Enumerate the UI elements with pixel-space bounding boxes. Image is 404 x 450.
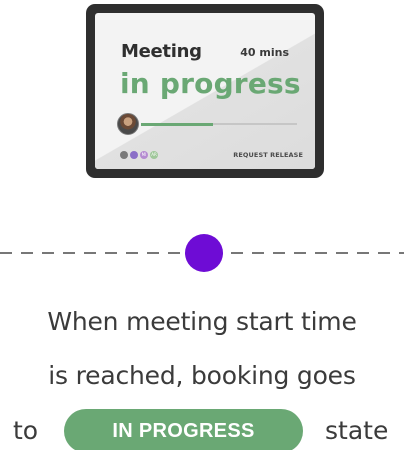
meeting-progress <box>117 113 297 135</box>
progress-fill <box>141 122 213 126</box>
meeting-title: Meeting <box>121 41 202 62</box>
progress-track <box>141 122 297 126</box>
attendee-avatar: AR <box>150 151 158 159</box>
attendee-list: MI AR <box>120 150 158 160</box>
meeting-duration: 40 mins <box>240 46 289 59</box>
caption-state: state <box>325 416 389 445</box>
in-progress-badge: IN PROGRESS <box>64 409 303 450</box>
tablet-device: Meeting 40 mins in progress MI AR REQUEST… <box>86 4 324 178</box>
attendee-avatar <box>130 151 138 159</box>
illustration-stage: Meeting 40 mins in progress MI AR REQUEST… <box>0 0 404 450</box>
caption-line-2: is reached, booking goes <box>48 361 356 390</box>
timeline-marker <box>185 234 223 272</box>
attendee-avatar: MI <box>140 151 148 159</box>
request-release-button[interactable]: REQUEST RELEASE <box>233 151 303 159</box>
organizer-avatar <box>117 113 139 135</box>
caption-to: to <box>13 416 39 445</box>
room-booking-screen: Meeting 40 mins in progress MI AR REQUEST… <box>95 13 315 169</box>
caption-line-1: When meeting start time <box>47 307 357 336</box>
attendee-avatar <box>120 151 128 159</box>
meeting-status: in progress <box>120 67 301 100</box>
